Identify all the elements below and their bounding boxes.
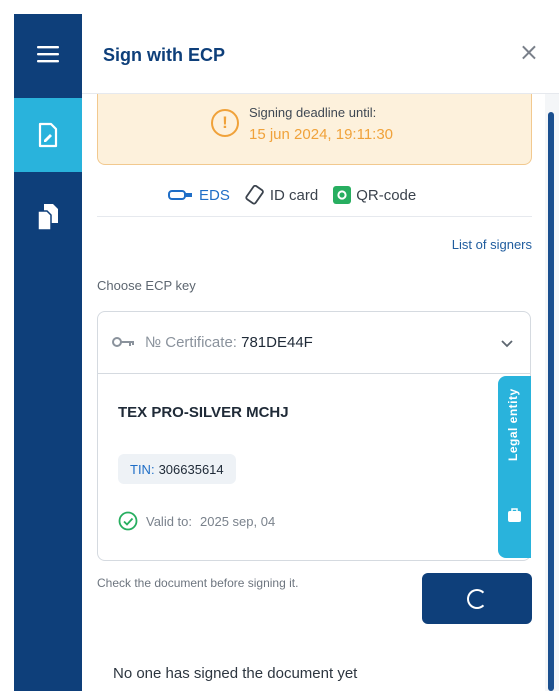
scrollbar-thumb[interactable]	[548, 112, 554, 691]
certificate-card: TEX PRO-SILVER MCHJ TIN: 306635614 Valid…	[97, 374, 531, 561]
legal-entity-tab[interactable]: Legal entity	[498, 376, 531, 558]
tab-eds[interactable]: EDS	[168, 187, 230, 204]
signers-status: No one has signed the document yet	[113, 665, 358, 682]
page-title: Sign with ECP	[103, 45, 226, 65]
usb-key-icon	[168, 190, 192, 200]
key-icon	[112, 337, 134, 347]
deadline-banner: ! Signing deadline until: 15 jun 2024, 1…	[97, 94, 532, 165]
check-circle-icon	[118, 511, 138, 531]
document-sign-icon	[38, 122, 58, 148]
tin-badge: TIN: 306635614	[118, 454, 236, 484]
certificate-value: № Certificate: 781DE44F	[145, 334, 313, 351]
tin-value: 306635614	[158, 461, 224, 477]
divider	[97, 216, 532, 217]
documents-copy-icon	[37, 204, 58, 231]
id-card-icon	[245, 185, 264, 205]
tab-id-card-label: ID card	[269, 186, 319, 204]
certificate-prefix: № Certificate:	[145, 334, 237, 351]
sidebar	[14, 14, 82, 691]
valid-label: Valid to:	[146, 513, 193, 529]
choose-key-label: Choose ECP key	[97, 278, 196, 293]
briefcase-icon	[508, 508, 521, 522]
qr-code-icon	[333, 186, 352, 204]
scrollbar[interactable]	[545, 94, 559, 691]
tab-eds-label: EDS	[199, 186, 230, 204]
sidebar-item-sign-document[interactable]	[14, 98, 82, 172]
deadline-label: Signing deadline until:	[249, 105, 377, 120]
validity: Valid to: 2025 sep, 04	[118, 511, 275, 531]
modal-header: Sign with ECP ×	[82, 14, 559, 94]
certificate-select[interactable]: № Certificate: 781DE44F	[97, 311, 531, 374]
check-document-hint: Check the document before signing it.	[97, 576, 299, 590]
sign-button[interactable]	[422, 573, 532, 624]
legal-entity-label: Legal entity	[506, 388, 520, 461]
valid-value: 2025 sep, 04	[200, 513, 276, 529]
tin-label: TIN:	[130, 461, 155, 477]
loading-spinner-icon	[467, 588, 487, 609]
deadline-value: 15 jun 2024, 19:11:30	[249, 126, 394, 143]
tab-qr-code[interactable]: QR-code	[333, 186, 416, 204]
tab-id-card[interactable]: ID card	[245, 185, 318, 205]
list-of-signers-link[interactable]: List of signers	[452, 237, 532, 252]
chevron-down-icon	[501, 340, 513, 348]
sidebar-menu-button[interactable]	[14, 14, 82, 94]
certificate-number: 781DE44F	[241, 334, 313, 351]
sign-method-tabs: EDS ID card QR-code	[168, 182, 416, 208]
tab-qr-code-label: QR-code	[356, 186, 417, 204]
menu-icon	[37, 46, 59, 63]
sidebar-item-documents[interactable]	[14, 182, 82, 252]
close-icon[interactable]: ×	[519, 40, 539, 64]
warning-icon: !	[211, 109, 239, 137]
organization-name: TEX PRO-SILVER MCHJ	[118, 404, 289, 421]
